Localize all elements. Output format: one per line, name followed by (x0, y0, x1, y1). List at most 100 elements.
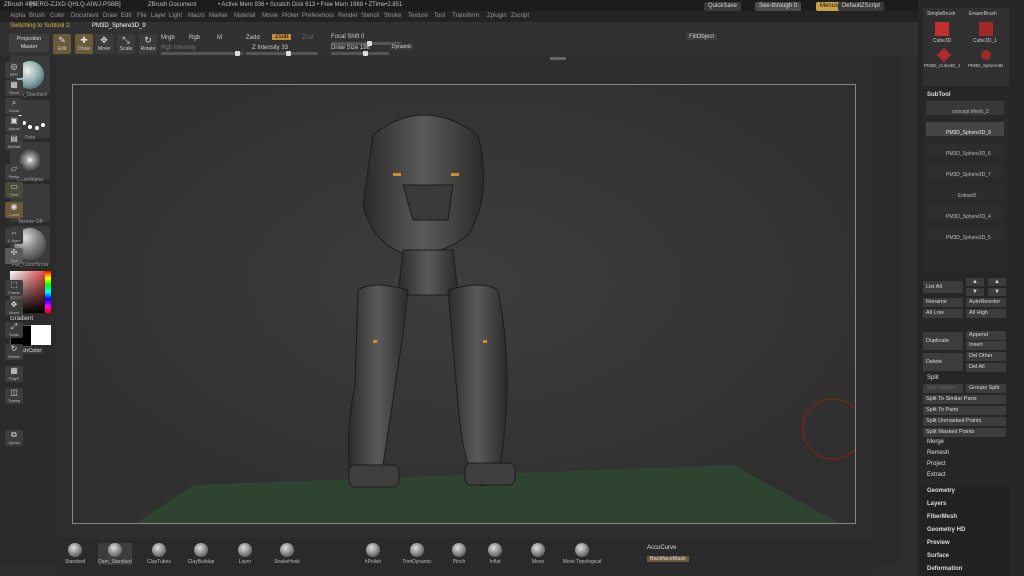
auto-reorder-button[interactable]: AutoReorder (966, 298, 1006, 307)
menu-transform[interactable]: Transform (452, 13, 479, 19)
menu-material[interactable]: Material (234, 13, 255, 19)
lsym-button[interactable]: ⇔ L.Sym (5, 228, 23, 244)
hue-slider[interactable] (45, 271, 51, 313)
rgb-intensity-track[interactable] (161, 51, 243, 56)
menu-zplugin[interactable]: Zplugin (487, 13, 507, 19)
local-button[interactable]: ◉ Local (5, 202, 23, 218)
project-header[interactable]: Project (927, 461, 946, 467)
brush-claytubes[interactable]: ClayTubes (142, 543, 176, 565)
mrgb-button[interactable]: Mrgb (161, 35, 175, 41)
edit-tool-button[interactable]: ✎ Edit (53, 34, 71, 54)
split-header[interactable]: Split (927, 375, 939, 381)
merge-header[interactable]: Merge (927, 439, 944, 445)
subtool-header[interactable]: SubTool (927, 92, 951, 98)
brush-move[interactable]: Move (521, 543, 555, 565)
menu-texture[interactable]: Texture (408, 13, 428, 19)
scale-tool-button[interactable]: ⤡ Scale (117, 34, 135, 54)
zadd-button[interactable]: Zadd (246, 35, 260, 41)
brush-pinch[interactable]: Pinch (442, 543, 476, 565)
brush-standard[interactable]: Standard (58, 543, 92, 565)
split-hidden-button[interactable]: Split Hidden (923, 384, 963, 393)
scale-view-button[interactable]: ⤢ Scale (5, 322, 23, 338)
pm3d-sphere-icon[interactable] (981, 50, 991, 60)
subtool-row-selected[interactable]: PM3D_Sphere3D_9 (926, 122, 1004, 136)
simplebrush-label[interactable]: SimpleBrush (927, 11, 955, 17)
z-intensity-slider[interactable]: Z Intensity 33 (252, 45, 288, 51)
arrow-up-icon[interactable]: ▲ (988, 278, 1006, 286)
menu-picker[interactable]: Picker (282, 13, 299, 19)
subtool-row[interactable]: PM3D_Sphere3D_6 (926, 143, 1004, 157)
main-color-swatch[interactable] (31, 325, 51, 345)
all-high-button[interactable]: All High (966, 309, 1006, 318)
brush-move-topological[interactable]: Move Topological (562, 543, 602, 565)
split-parts-button[interactable]: Split To Parts (923, 406, 1006, 415)
menu-tool[interactable]: Tool (434, 13, 445, 19)
subtool-row[interactable]: Extract0 (926, 185, 1004, 199)
draw-size-track[interactable] (331, 51, 389, 56)
zsub-button[interactable]: Zsub (272, 34, 292, 40)
backface-mask-button[interactable]: BackfaceMask (647, 556, 689, 562)
default-zscript-button[interactable]: DefaultZScript (838, 2, 885, 11)
groups-split-button[interactable]: Groups Split (966, 384, 1006, 393)
geometry-hd-panel[interactable]: Geometry HD (927, 527, 965, 533)
arrow-up-icon[interactable]: ▲ (966, 278, 984, 286)
extract-header[interactable]: Extract (927, 472, 946, 478)
menu-stroke[interactable]: Stroke (384, 13, 401, 19)
arrow-down-icon[interactable]: ▼ (966, 288, 984, 296)
layers-panel[interactable]: Layers (927, 501, 946, 507)
menu-brush[interactable]: Brush (29, 13, 45, 19)
xpose-button[interactable]: ⧉ Xpose (5, 430, 23, 446)
pm3d-cube-icon[interactable] (936, 47, 952, 63)
append-button[interactable]: Append (966, 331, 1006, 340)
cube3d-1-icon[interactable] (979, 22, 993, 36)
accucurve-button[interactable]: AccuCurve (647, 545, 676, 551)
brush-snakehook[interactable]: SnakeHook (270, 543, 304, 565)
move-tool-button[interactable]: ✥ Move (95, 34, 113, 54)
insert-button[interactable]: Insert (966, 341, 1006, 350)
rgb-button[interactable]: Rgb (189, 35, 200, 41)
menu-document[interactable]: Document (71, 13, 98, 19)
z-intensity-track[interactable] (246, 51, 318, 56)
m-button[interactable]: M (217, 35, 222, 41)
subtool-row[interactable]: concept Mesh_2 (926, 101, 1004, 115)
split-similar-parts-button[interactable]: Split To Similar Parts (923, 395, 1006, 404)
arrow-down-icon[interactable]: ▼ (988, 288, 1006, 296)
menu-alpha[interactable]: Alpha (10, 13, 25, 19)
rotate-view-button[interactable]: ↻ Rotate (5, 344, 23, 360)
zoom-button[interactable]: ⌕ Zoom (5, 98, 23, 114)
delete-button[interactable]: Delete (923, 353, 963, 371)
split-unmasked-button[interactable]: Split Unmasked Points (923, 417, 1006, 426)
fibermesh-panel[interactable]: FiberMesh (927, 514, 957, 520)
subtool-row[interactable]: PM3D_Sphere3D_5 (926, 227, 1004, 241)
subtool-row[interactable]: PM3D_Sphere3D_7 (926, 164, 1004, 178)
brush-claybuildup[interactable]: ClayBuildup (184, 543, 218, 565)
split-masked-button[interactable]: Split Masked Points (923, 428, 1006, 437)
dynamic-button[interactable]: Dynamic (390, 44, 414, 50)
persp-button[interactable]: ▱ Persp (5, 164, 23, 180)
rotate-tool-button[interactable]: ↻ Rotate (139, 34, 157, 54)
fill-object-button[interactable]: FillObject (686, 34, 718, 40)
draw-tool-button[interactable]: ✚ Draw (75, 34, 93, 54)
aahalf-button[interactable]: ▤ AAHalf (5, 134, 23, 150)
remesh-header[interactable]: Remesh (927, 450, 949, 456)
rename-button[interactable]: Rename (923, 298, 963, 307)
menu-file[interactable]: File (137, 13, 147, 19)
menu-macro[interactable]: Macro (188, 13, 205, 19)
duplicate-button[interactable]: Duplicate (923, 332, 963, 350)
polyf-button[interactable]: ▦ PolyF (5, 366, 23, 382)
floor-button[interactable]: ▭ Floor (5, 182, 23, 198)
scroll-handle[interactable] (550, 57, 566, 60)
menu-stencil[interactable]: Stencil (361, 13, 379, 19)
cube3d-icon[interactable] (935, 22, 949, 36)
see-through-slider[interactable]: See-through 0 (755, 2, 802, 11)
preview-panel[interactable]: Preview (927, 540, 950, 546)
projection-master-button[interactable]: Projection Master (9, 34, 49, 52)
del-all-button[interactable]: Del All (966, 363, 1006, 372)
brush-trimdynamic[interactable]: TrimDynamic (400, 543, 434, 565)
transp-button[interactable]: ◫ Transp (5, 388, 23, 404)
geometry-panel[interactable]: Geometry (927, 488, 955, 494)
menu-layer[interactable]: Layer (151, 13, 166, 19)
surface-panel[interactable]: Surface (927, 553, 949, 559)
xyz-button[interactable]: ✣ Xyz (5, 248, 23, 264)
menu-movie[interactable]: Movie (262, 13, 278, 19)
